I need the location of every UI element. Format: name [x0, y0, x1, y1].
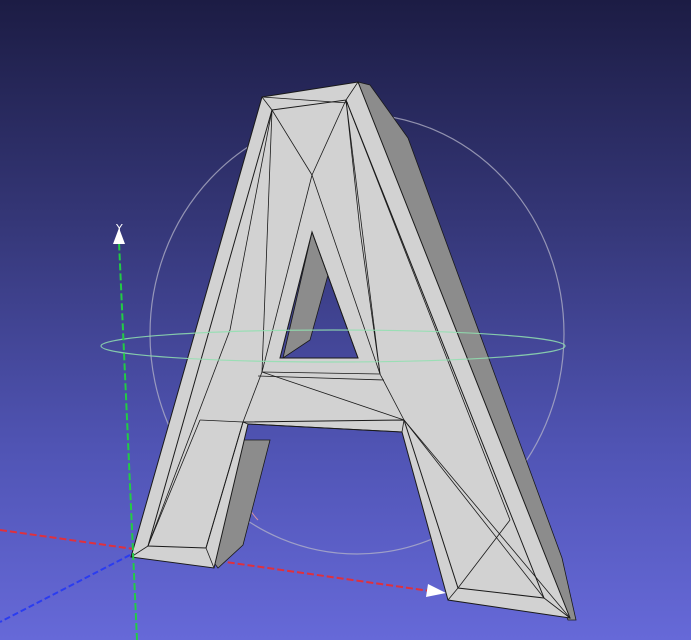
- y-axis: [118, 241, 138, 640]
- x-axis-arrow: [426, 584, 446, 597]
- y-axis-label: Y: [115, 222, 123, 235]
- z-axis: [0, 554, 131, 623]
- scene-canvas[interactable]: X: [0, 0, 691, 640]
- letter-a-model[interactable]: [130, 81, 577, 621]
- model-front-face: [130, 81, 571, 619]
- 3d-viewport[interactable]: X: [0, 0, 691, 640]
- trackball-equator[interactable]: [100, 329, 566, 363]
